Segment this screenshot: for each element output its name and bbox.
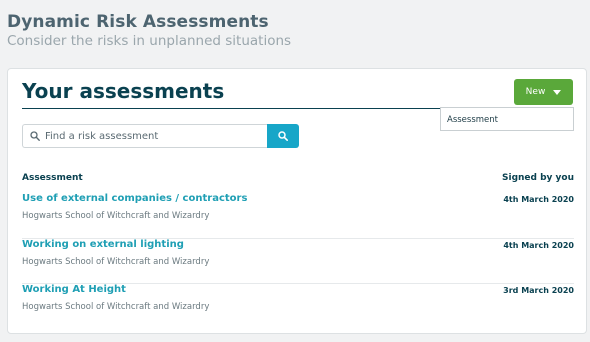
column-assessment: Assessment (22, 173, 83, 183)
search-button[interactable] (267, 124, 299, 148)
search-icon (30, 131, 40, 141)
assessment-organisation: Hogwarts School of Witchcraft and Wizard… (22, 256, 210, 267)
assessment-list: Use of external companies / contractors … (22, 193, 574, 330)
signed-date: 4th March 2020 (503, 195, 574, 204)
caret-down-icon (553, 89, 562, 95)
assessment-link[interactable]: Working At Height (22, 284, 126, 295)
page-header: Dynamic Risk Assessments Consider the ri… (7, 12, 291, 49)
table-row: Use of external companies / contractors … (22, 193, 574, 239)
assessments-card: Your assessments New Assessment Assessme… (7, 68, 587, 334)
signed-date: 4th March 2020 (503, 240, 574, 250)
search-icon (278, 131, 288, 141)
title-divider (22, 108, 441, 109)
table-row: Working At Height Hogwarts School of Wit… (22, 284, 574, 330)
page-title: Dynamic Risk Assessments (7, 12, 269, 32)
assessment-organisation: Hogwarts School of Witchcraft and Wizard… (22, 211, 210, 221)
new-button-label: New (525, 87, 546, 97)
table-row: Working on external lighting Hogwarts Sc… (22, 239, 574, 284)
new-dropdown-menu: Assessment (440, 107, 574, 131)
assessment-link[interactable]: Use of external companies / contractors (22, 193, 247, 204)
search-field (22, 124, 267, 148)
page-subtitle: Consider the risks in unplanned situatio… (7, 33, 292, 49)
new-button[interactable]: New (514, 79, 573, 105)
table-header: Assessment Signed by you (22, 173, 574, 183)
dropdown-item-assessment[interactable]: Assessment (447, 115, 567, 125)
signed-date: 3rd March 2020 (503, 286, 574, 295)
column-signed: Signed by you (502, 173, 574, 183)
search-input[interactable] (45, 130, 255, 142)
card-title: Your assessments (22, 79, 225, 103)
assessment-organisation: Hogwarts School of Witchcraft and Wizard… (22, 302, 210, 312)
assessment-link[interactable]: Working on external lighting (22, 239, 184, 250)
search-bar (22, 124, 299, 148)
